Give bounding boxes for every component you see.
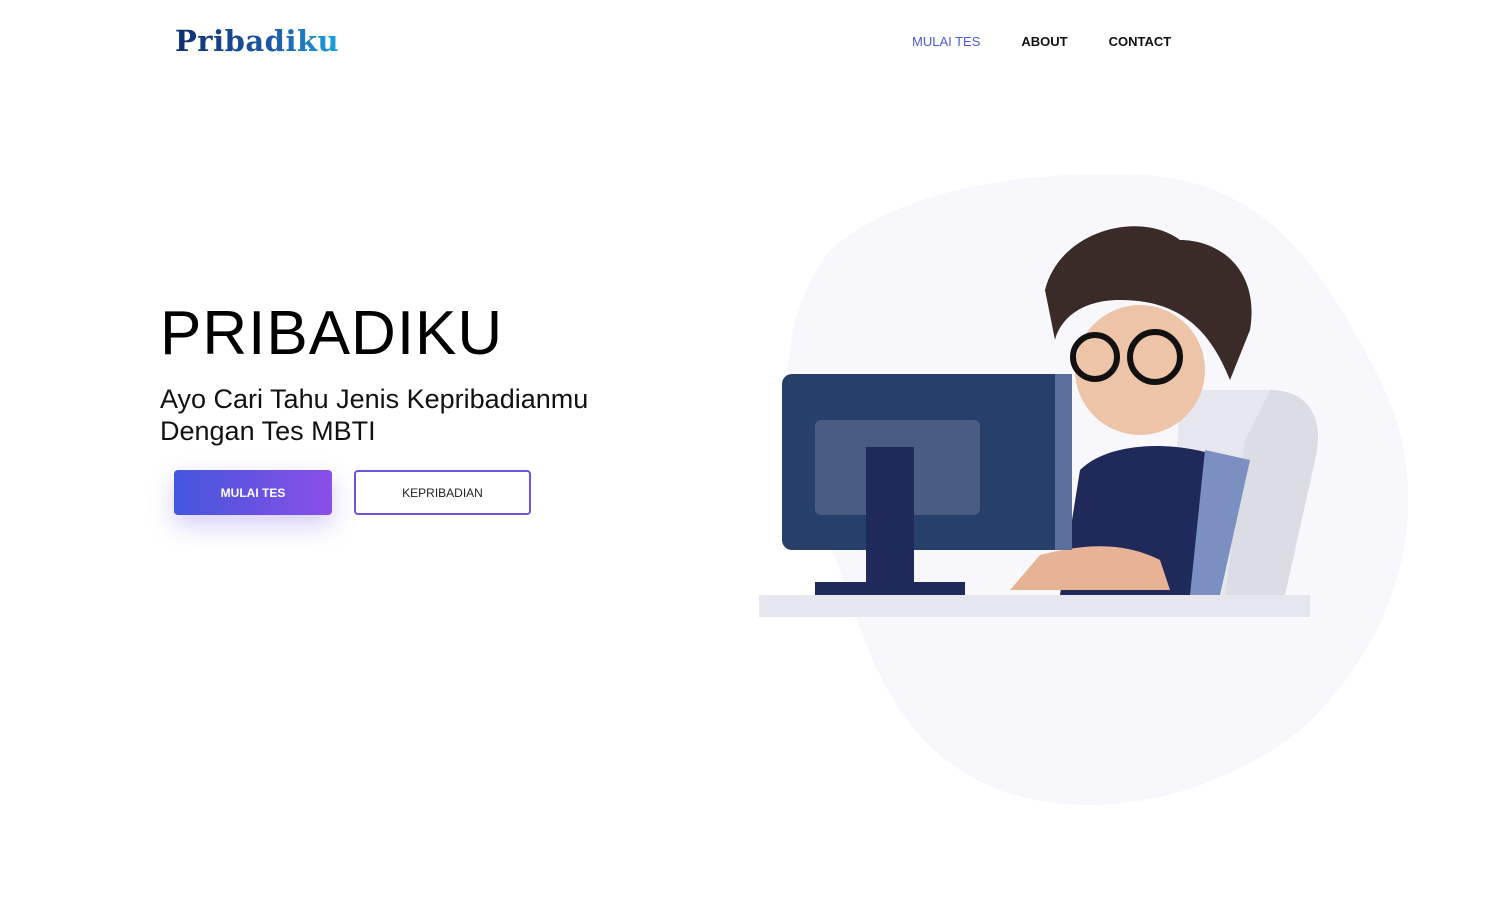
person-at-computer-illustration <box>759 174 1409 805</box>
personality-button[interactable]: KEPRIBADIAN <box>354 470 531 515</box>
desk <box>759 595 1310 617</box>
face <box>1075 305 1205 435</box>
nav-about[interactable]: ABOUT <box>1021 34 1067 49</box>
monitor-stand <box>866 447 914 587</box>
nav-contact[interactable]: CONTACT <box>1109 34 1172 49</box>
main-nav: MULAI TES ABOUT CONTACT <box>912 34 1171 49</box>
logo[interactable]: Pribadiku <box>175 24 339 58</box>
hero-title: PRIBADIKU <box>160 299 504 368</box>
start-test-button[interactable]: MULAI TES <box>174 470 332 515</box>
nav-mulai-tes[interactable]: MULAI TES <box>912 34 980 49</box>
hero-subtitle: Ayo Cari Tahu Jenis Kepribadianmu Dengan… <box>160 384 589 446</box>
